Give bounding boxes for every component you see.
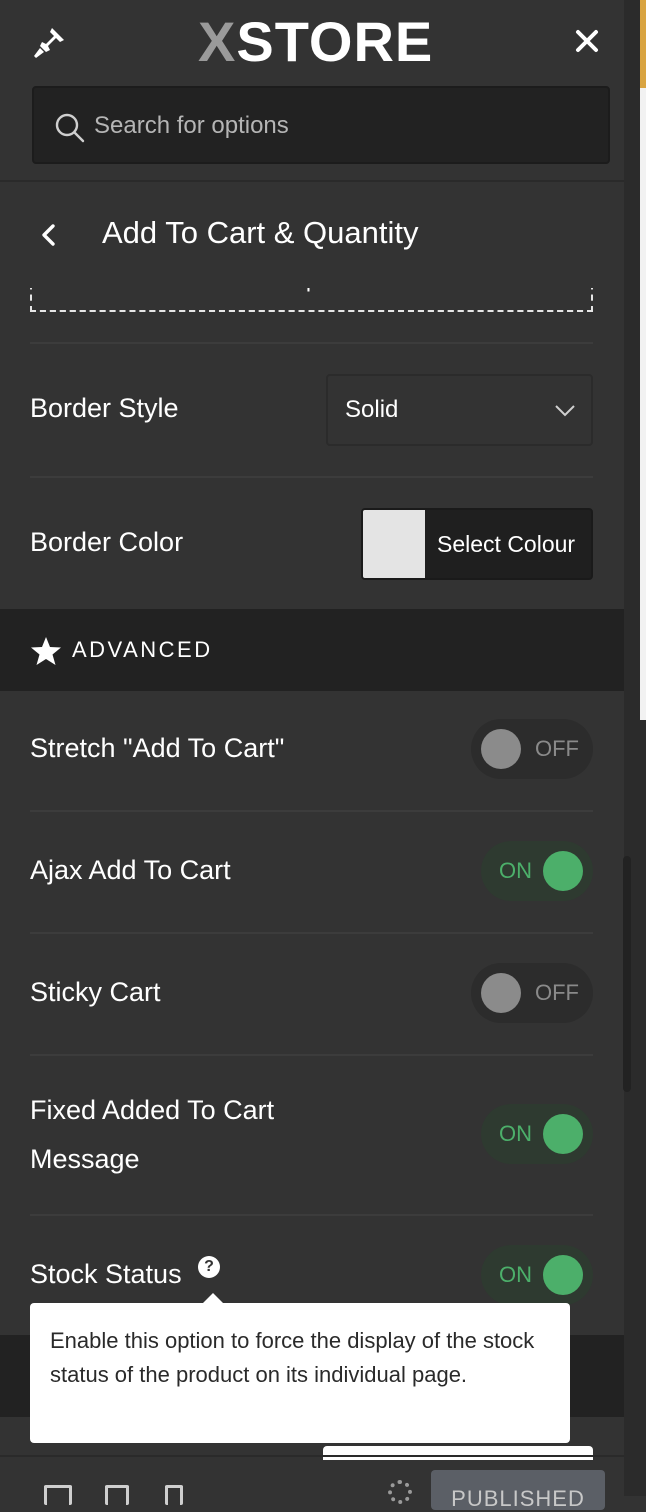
toggle-knob (543, 1114, 583, 1154)
xstore-logo: XSTORE (198, 10, 434, 73)
search-icon (55, 113, 85, 143)
star-icon (31, 637, 61, 665)
accent-bar (640, 0, 646, 88)
toggle-state: ON (499, 1121, 532, 1146)
mobile-icon[interactable] (165, 1485, 183, 1505)
fixed-added-to-cart-label-line2: Message (30, 1144, 140, 1174)
toggle-knob (481, 973, 521, 1013)
border-style-label: Border Style (30, 393, 179, 423)
desktop-icon[interactable] (44, 1485, 72, 1505)
toggle-state: OFF (535, 980, 579, 1005)
border-color-label: Border Color (30, 527, 184, 557)
publish-button[interactable]: PUBLISHED (431, 1470, 605, 1511)
stock-status-label: Stock Status (30, 1259, 182, 1289)
toggle-state: ON (499, 858, 532, 883)
search-input[interactable] (92, 88, 596, 164)
pin-icon[interactable] (32, 24, 68, 60)
sticky-cart-toggle[interactable]: OFF (471, 963, 593, 1023)
fixed-added-to-cart-label-line1: Fixed Added To Cart (30, 1095, 275, 1125)
scrollbar-thumb[interactable] (623, 856, 631, 1092)
tablet-icon[interactable] (105, 1485, 129, 1505)
divider (30, 342, 593, 344)
divider (30, 810, 593, 812)
toggle-state: OFF (535, 736, 579, 761)
advanced-section-header[interactable]: ADVANCED (0, 609, 624, 691)
toggle-knob (543, 1255, 583, 1295)
toggle-knob (481, 729, 521, 769)
gear-icon[interactable] (388, 1480, 412, 1504)
help-icon[interactable]: ? (198, 1256, 220, 1278)
preview-white-edge (640, 88, 646, 720)
border-style-value: Solid (345, 396, 399, 423)
section-title: Add To Cart & Quantity (102, 215, 419, 250)
color-swatch (363, 510, 425, 578)
divider (30, 476, 593, 478)
toggle-state: ON (499, 1262, 532, 1287)
stretch-add-to-cart-toggle[interactable]: OFF (471, 719, 593, 779)
stock-status-toggle[interactable]: ON (481, 1245, 593, 1305)
back-icon[interactable] (36, 220, 62, 250)
publish-label: PUBLISHED (451, 1486, 585, 1511)
panel-header: XSTORE (0, 0, 624, 180)
close-icon[interactable] (568, 22, 606, 60)
border-style-select[interactable]: Solid (326, 374, 593, 446)
chevron-down-icon (555, 405, 575, 417)
divider (30, 1054, 593, 1056)
search-box[interactable] (32, 86, 610, 164)
divider (30, 1214, 593, 1216)
stock-status-tooltip: Enable this option to force the display … (30, 1293, 570, 1443)
ajax-add-to-cart-label: Ajax Add To Cart (30, 855, 231, 885)
section-header: Add To Cart & Quantity (0, 180, 624, 288)
advanced-title: ADVANCED (72, 637, 213, 662)
select-colour-label: Select Colour (437, 531, 576, 557)
stretch-add-to-cart-label: Stretch "Add To Cart" (30, 733, 285, 763)
divider (30, 932, 593, 934)
select-colour-button[interactable]: Select Colour (361, 508, 593, 580)
ajax-add-to-cart-toggle[interactable]: ON (481, 841, 593, 901)
toggle-knob (543, 851, 583, 891)
sticky-cart-label: Sticky Cart (30, 977, 161, 1007)
fixed-added-to-cart-toggle[interactable]: ON (481, 1104, 593, 1164)
